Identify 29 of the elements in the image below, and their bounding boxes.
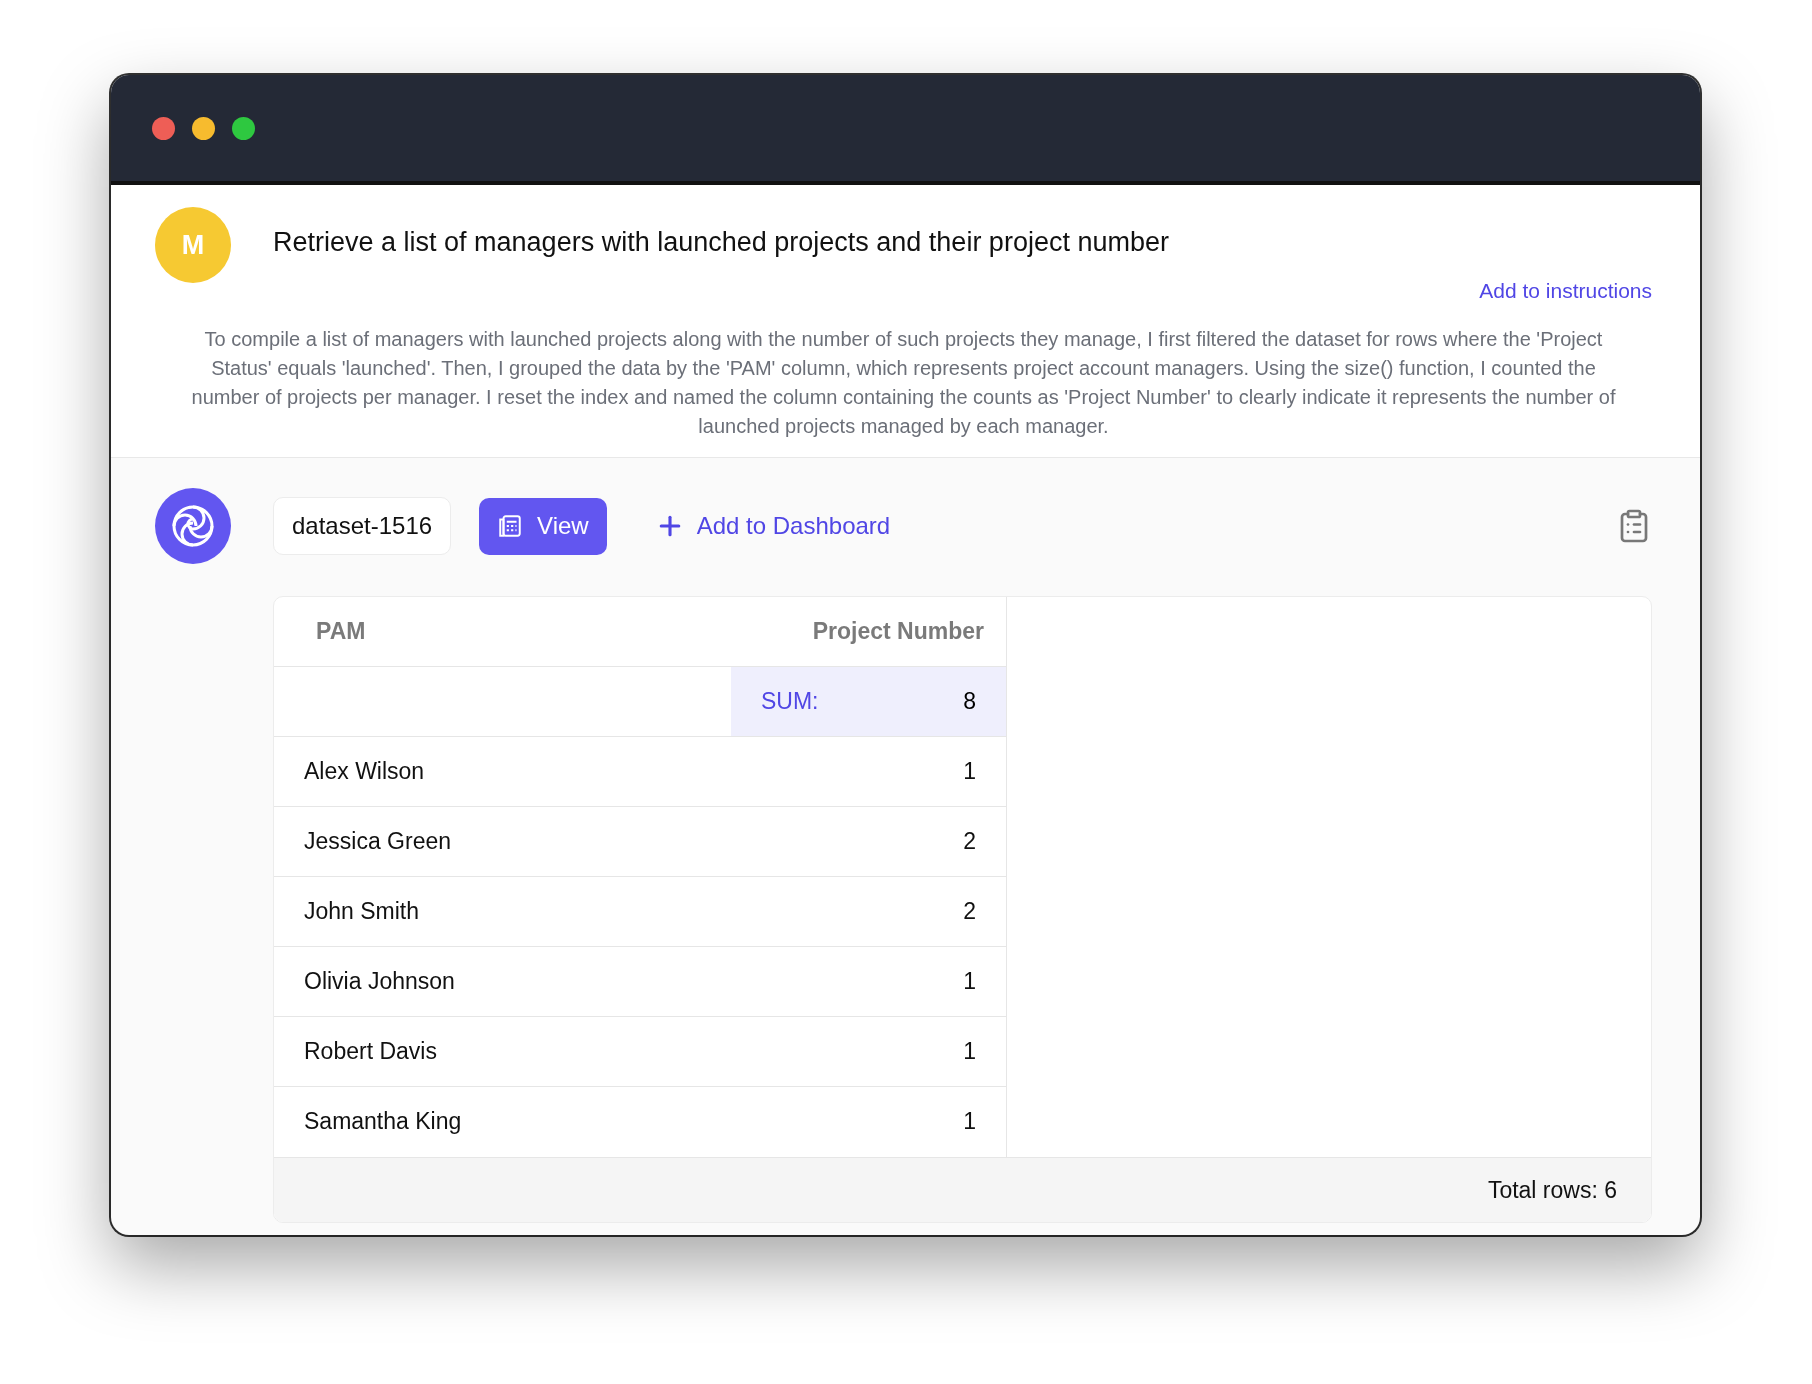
add-to-instructions-link[interactable]: Add to instructions (1479, 279, 1652, 303)
assistant-avatar-icon (155, 488, 231, 564)
sum-value: 8 (963, 688, 976, 715)
table-icon (497, 513, 524, 539)
user-avatar: M (155, 207, 231, 283)
sum-label: SUM: (761, 688, 819, 715)
table-cell-text: Samantha King (303, 1108, 463, 1135)
view-button[interactable]: View (479, 497, 607, 555)
total-rows-text: Total rows: 6 (1487, 1176, 1617, 1204)
table-cell-text: 2 (962, 898, 977, 925)
table-cell-text: Robert Davis (303, 1038, 438, 1065)
table-cell-text: 1 (962, 968, 977, 995)
table-cell-text: 2 (962, 828, 977, 855)
table-cell-text: Alex Wilson (303, 758, 426, 785)
column-header: Project Number (811, 618, 985, 645)
dataset-chip: dataset-1516 (273, 497, 452, 555)
table-cell-text: 1 (962, 1038, 977, 1065)
table-cell-text: 1 (962, 758, 977, 785)
column-header: PAM (315, 618, 367, 645)
question-text: Retrieve a list of managers with launched projects and their project number (273, 227, 1169, 258)
add-to-dashboard-button[interactable]: Add to Dashboard (634, 511, 891, 541)
window-control[interactable] (192, 116, 215, 140)
table-cell-text: Jessica Green (303, 828, 452, 855)
table-cell-text: 1 (962, 1108, 977, 1135)
window-control[interactable] (232, 116, 255, 140)
explanation-text: To compile a list of managers with launched projects along with the number of such projects they manage, I first filtered the dataset for rows where the 'Project Status' equals 'launched'. Then, I grouped the data by the 'PAM' column, which represents project account managers. Using the size() function, I counted the number of projects per manager. I reset the index and named the column containing the counts as 'Project Number' to clearly indicate it represents the number of launched projects managed by each manager. (190, 327, 1617, 439)
window-control[interactable] (152, 116, 175, 140)
table-cell-text: John Smith (303, 898, 421, 925)
table-cell-text: Olivia Johnson (303, 968, 456, 995)
